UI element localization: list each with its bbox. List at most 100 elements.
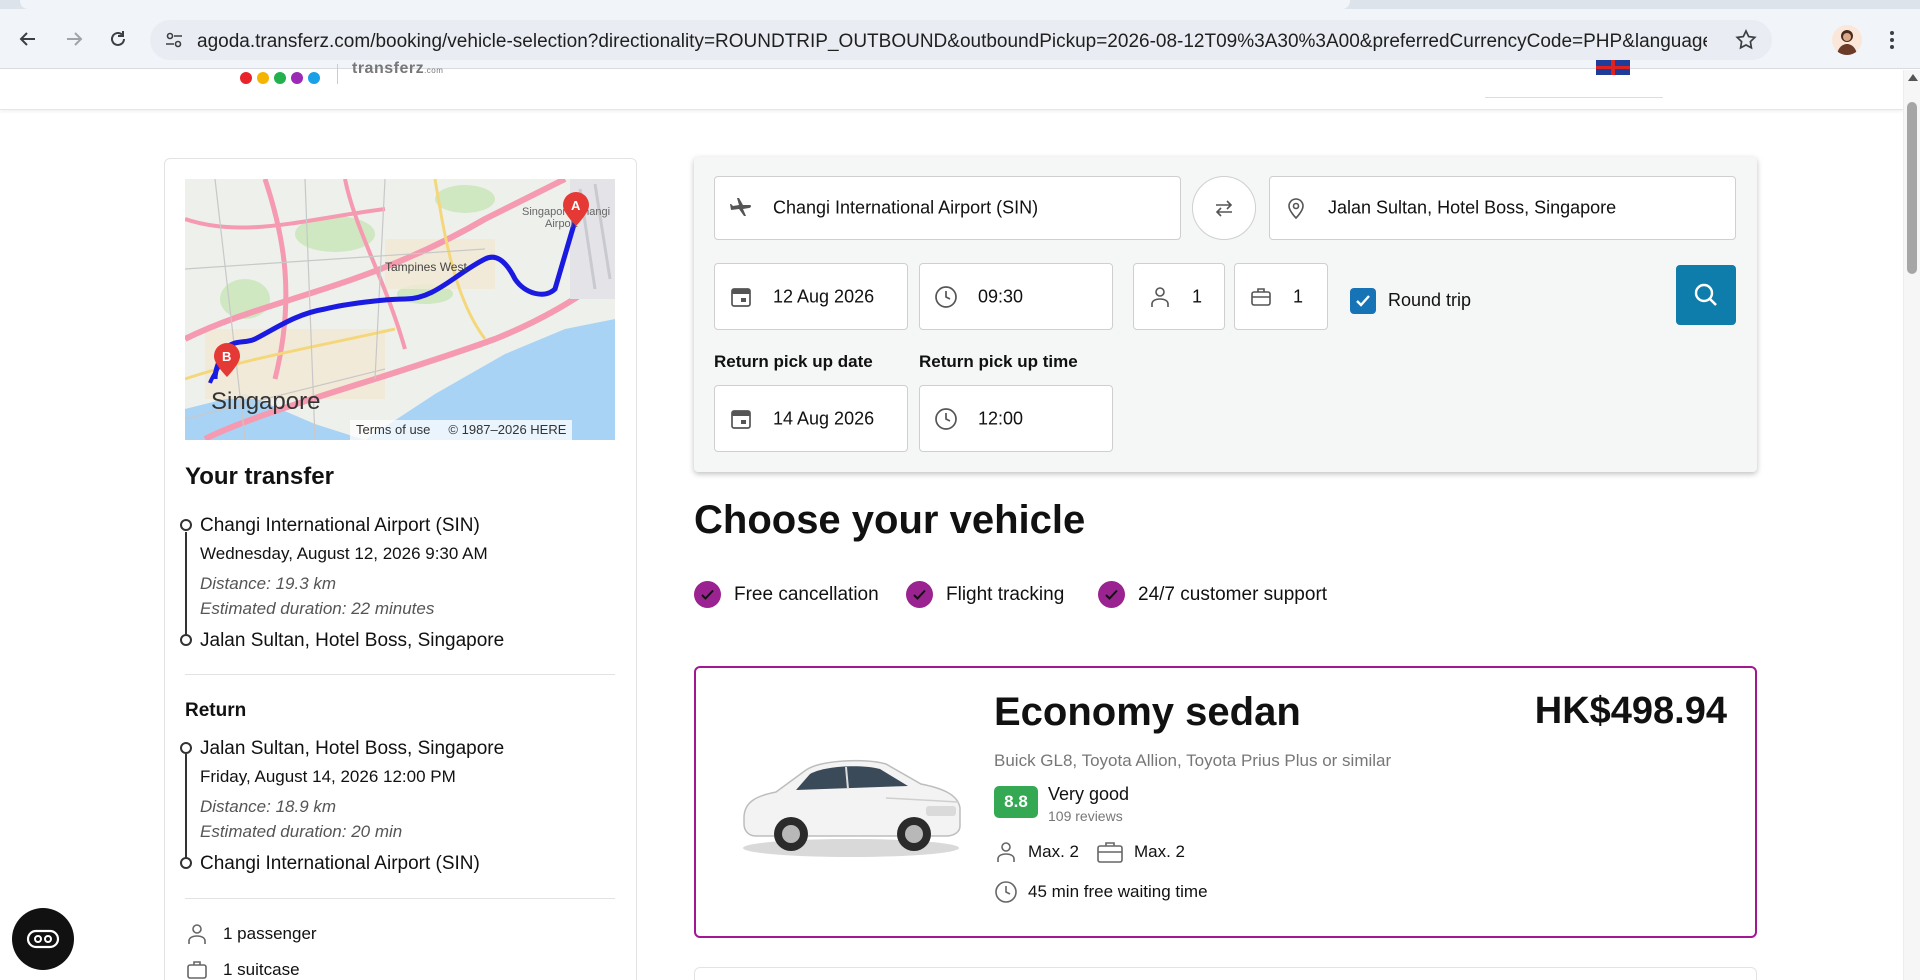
passenger-summary: 1 passenger	[185, 922, 317, 946]
active-tab[interactable]	[20, 0, 1350, 9]
swap-arrows-icon	[1215, 200, 1233, 217]
round-trip-label[interactable]: Round trip	[1388, 290, 1471, 311]
return-from: Jalan Sultan, Hotel Boss, Singapore	[200, 738, 505, 759]
vehicle-card-economy-sedan[interactable]: Economy sedan HK$498.94 Buick GL8, Toyot…	[694, 666, 1757, 938]
airplane-icon	[729, 196, 753, 220]
checkmark-icon	[1356, 295, 1370, 307]
feature-label: Free cancellation	[734, 583, 879, 605]
pickup-time-field[interactable]: 09:30	[919, 263, 1113, 330]
url-text[interactable]: agoda.transferz.com/booking/vehicle-sele…	[197, 31, 1707, 53]
round-trip-checkbox[interactable]	[1350, 288, 1376, 314]
return-date-field[interactable]: 14 Aug 2026	[714, 385, 908, 452]
logo-divider	[337, 64, 338, 84]
rating-score-badge: 8.8	[994, 786, 1038, 818]
map-label-singapore: Singapore	[211, 388, 320, 415]
forward-button[interactable]	[57, 22, 91, 56]
outbound-to: Jalan Sultan, Hotel Boss, Singapore	[200, 630, 505, 651]
return-to: Changi International Airport (SIN)	[200, 853, 480, 874]
rating-label: Very good	[1048, 784, 1130, 804]
max-passengers: Max. 2	[994, 840, 1079, 864]
return-date-label: Return pick up date	[714, 352, 873, 371]
clock-icon	[934, 407, 958, 431]
search-icon	[1694, 283, 1717, 306]
max-luggage-value: Max. 2	[1134, 842, 1186, 861]
outbound-from: Changi International Airport (SIN)	[200, 515, 480, 536]
pickup-date-value[interactable]: 12 Aug 2026	[773, 286, 874, 307]
luggage-value[interactable]: 1	[1293, 286, 1303, 307]
review-count[interactable]: 109 reviews	[1048, 808, 1123, 824]
suitcase-icon	[1249, 285, 1273, 309]
outbound-timeline-line	[185, 532, 187, 640]
waiting-time-value: 45 min free waiting time	[1028, 882, 1208, 901]
map-terms-link[interactable]: Terms of use	[356, 422, 430, 438]
check-circle-icon	[906, 581, 933, 608]
return-date-value[interactable]: 14 Aug 2026	[773, 408, 874, 429]
scroll-up-arrow-icon[interactable]	[1908, 74, 1918, 81]
reload-button[interactable]	[101, 22, 135, 56]
map-attribution: Terms of use © 1987–2026 HERE	[350, 420, 573, 440]
dropoff-field[interactable]: Jalan Sultan, Hotel Boss, Singapore	[1269, 176, 1736, 240]
page-scrollbar[interactable]	[1903, 70, 1920, 980]
person-icon	[997, 842, 1015, 862]
passengers-field[interactable]: 1	[1133, 263, 1225, 330]
brand-logo-suffix: .com	[424, 66, 444, 75]
return-time-value[interactable]: 12:00	[978, 408, 1023, 429]
summary-divider	[185, 674, 615, 675]
pickup-field[interactable]: Changi International Airport (SIN)	[714, 176, 1181, 240]
dropoff-value[interactable]: Jalan Sultan, Hotel Boss, Singapore	[1328, 198, 1616, 219]
check-circle-icon	[1098, 581, 1125, 608]
next-vehicle-card[interactable]	[694, 967, 1757, 980]
choose-vehicle-title: Choose your vehicle	[694, 498, 1086, 542]
outbound-start-dot	[180, 519, 192, 531]
pickup-date-field[interactable]: 12 Aug 2026	[714, 263, 908, 330]
logo-dot	[257, 72, 269, 84]
language-selector[interactable]	[1485, 56, 1663, 98]
brand-logo-text: transferz	[352, 60, 425, 77]
calendar-icon	[729, 285, 753, 309]
profile-avatar[interactable]	[1832, 25, 1862, 55]
map-graphic: Singapore Changi Airport Tampines West S…	[185, 179, 615, 440]
search-button[interactable]	[1676, 265, 1736, 325]
outbound-end-dot	[180, 634, 192, 646]
feature-flight-tracking: Flight tracking	[906, 581, 1064, 608]
return-start-dot	[180, 742, 192, 754]
address-bar[interactable]: agoda.transferz.com/booking/vehicle-sele…	[150, 20, 1772, 60]
suitcase-count: 1 suitcase	[223, 960, 300, 979]
back-button[interactable]	[11, 22, 45, 56]
map-copyright: © 1987–2026 HERE	[448, 422, 567, 437]
suitcase-icon	[1097, 842, 1123, 863]
max-luggage: Max. 2	[1096, 840, 1185, 864]
scrollbar-thumb[interactable]	[1907, 102, 1917, 274]
person-icon	[188, 924, 206, 944]
free-waiting-time: 45 min free waiting time	[994, 880, 1208, 904]
outbound-datetime: Wednesday, August 12, 2026 9:30 AM	[200, 544, 488, 563]
your-transfer-title: Your transfer	[185, 463, 334, 490]
return-time-label: Return pick up time	[919, 352, 1078, 371]
sedan-car-image	[743, 759, 961, 857]
pickup-value[interactable]: Changi International Airport (SIN)	[773, 198, 1038, 219]
vehicle-price: HK$498.94	[1534, 690, 1727, 732]
feature-customer-support: 24/7 customer support	[1098, 581, 1327, 608]
passengers-value[interactable]: 1	[1192, 286, 1202, 307]
browser-menu-button[interactable]	[1880, 24, 1904, 56]
passenger-count: 1 passenger	[223, 924, 317, 943]
chat-button[interactable]	[12, 908, 74, 970]
logo-dot	[274, 72, 286, 84]
map-label-tampines: Tampines West	[385, 260, 467, 274]
return-time-field[interactable]: 12:00	[919, 385, 1113, 452]
arrow-left-icon	[19, 32, 35, 46]
brand-logo[interactable]: transferz.com	[352, 60, 443, 78]
pickup-time-value[interactable]: 09:30	[978, 286, 1023, 307]
brand-logo-dots[interactable]	[240, 72, 320, 84]
site-settings-icon[interactable]	[164, 30, 184, 50]
swap-locations-button[interactable]	[1192, 176, 1256, 240]
route-map[interactable]: Singapore Changi Airport Tampines West S…	[185, 179, 615, 440]
luggage-field[interactable]: 1	[1234, 263, 1328, 330]
clock-icon	[995, 881, 1017, 903]
max-passengers-value: Max. 2	[1028, 842, 1080, 861]
arrow-right-icon	[67, 32, 83, 46]
calendar-icon	[729, 407, 753, 431]
tab-strip	[0, 0, 1920, 9]
bookmark-star-icon[interactable]	[1734, 28, 1758, 52]
vehicle-models: Buick GL8, Toyota Allion, Toyota Prius P…	[994, 751, 1392, 770]
